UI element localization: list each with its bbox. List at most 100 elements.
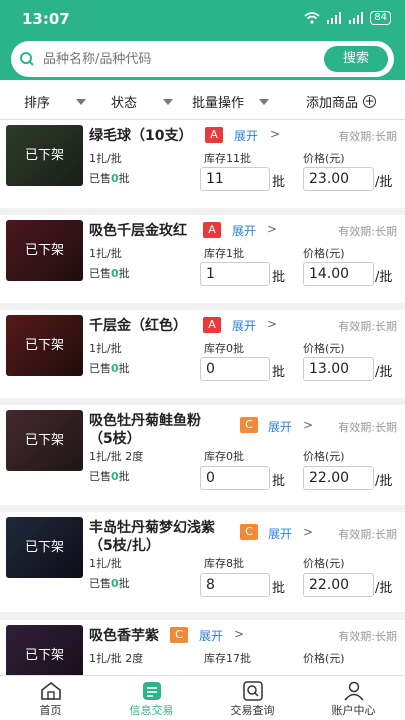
unit-label: 批: [272, 581, 286, 596]
bottom-tab-bar: 首页 信息交易 交易查询 账户中心: [0, 675, 405, 720]
validity-text: 有效期:长期: [338, 630, 397, 643]
sold-count: 0: [111, 267, 119, 280]
chevron-right-icon: >: [234, 627, 245, 641]
price-label: 价格(元): [303, 342, 345, 355]
product-card[interactable]: 已下架 吸色香芋紫 C 展开 > 有效期:长期 1扎/批 2度 库存17批 价格…: [0, 620, 405, 675]
stock-text: 库存0批: [204, 342, 244, 355]
product-image: 已下架: [6, 220, 83, 281]
chevron-right-icon: >: [270, 127, 281, 141]
batch-label: 批量操作: [192, 96, 245, 111]
price-label: 价格(元): [303, 247, 345, 260]
product-name-line2: （5枝/扎）: [89, 538, 160, 554]
sold-count: 0: [111, 470, 119, 483]
unit-label: 批: [272, 365, 286, 380]
sold-count: 0: [111, 577, 119, 590]
chevron-right-icon: >: [267, 317, 278, 331]
price-input[interactable]: 14.00: [303, 262, 374, 286]
signal-icon: [327, 12, 342, 24]
price-input[interactable]: 22.00: [303, 573, 374, 597]
tab-trade-query[interactable]: 交易查询: [202, 676, 303, 720]
document-icon: [143, 682, 161, 700]
product-name: 吸色千层金玫红: [89, 223, 187, 239]
product-spec: 1扎/批 2度: [89, 652, 144, 665]
tab-home[interactable]: 首页: [0, 676, 101, 720]
sort-dropdown[interactable]: 排序: [24, 92, 87, 111]
product-card[interactable]: 已下架 千层金（红色） A 展开 > 有效期:长期 1扎/批 库存0批 价格(元…: [0, 310, 405, 398]
product-name-line1: 丰岛牡丹菊梦幻浅紫: [89, 520, 215, 536]
price-input[interactable]: 13.00: [303, 357, 374, 381]
stock-text: 库存0批: [204, 450, 244, 463]
product-name: 千层金（红色）: [89, 318, 187, 334]
grade-badge: A: [203, 317, 221, 333]
price-input[interactable]: 23.00: [303, 167, 374, 191]
sold-count: 0: [111, 362, 119, 375]
expand-link[interactable]: 展开: [232, 317, 256, 334]
expand-link[interactable]: 展开: [268, 418, 292, 435]
stock-text: 库存8批: [204, 557, 244, 570]
product-card[interactable]: 已下架 吸色千层金玫红 A 展开 > 有效期:长期 1扎/批 库存1批 价格(元…: [0, 215, 405, 303]
quantity-input[interactable]: 8: [200, 573, 270, 597]
search-input[interactable]: [43, 46, 323, 72]
expand-link[interactable]: 展开: [199, 627, 223, 644]
tab-account-label: 账户中心: [331, 704, 376, 717]
price-unit-label: /批: [375, 474, 393, 489]
product-spec: 1扎/批: [89, 152, 122, 165]
validity-text: 有效期:长期: [338, 130, 397, 143]
product-card[interactable]: 已下架 绿毛球（10支） A 展开 > 有效期:长期 1扎/批 库存11批 价格…: [0, 120, 405, 208]
stock-text: 库存1批: [204, 247, 244, 260]
expand-link[interactable]: 展开: [268, 525, 292, 542]
product-image: 已下架: [6, 315, 83, 376]
status-time: 13:07: [22, 10, 70, 28]
price-label: 价格(元): [303, 450, 345, 463]
grade-badge: A: [205, 127, 223, 143]
product-card[interactable]: 已下架 吸色牡丹菊鲑鱼粉 （5枝） C 展开 > 有效期:长期 1扎/批 2度 …: [0, 405, 405, 505]
expand-link[interactable]: 展开: [234, 127, 258, 144]
offline-overlay: 已下架: [6, 125, 83, 186]
product-name: 吸色香芋紫: [89, 628, 159, 644]
tab-account[interactable]: 账户中心: [303, 676, 404, 720]
tab-trade-info[interactable]: 信息交易: [101, 676, 202, 720]
chevron-down-icon: [259, 98, 270, 105]
system-icons: 84: [304, 11, 391, 25]
product-image: 已下架: [6, 125, 83, 186]
batch-dropdown[interactable]: 批量操作: [192, 92, 270, 111]
tab-home-label: 首页: [39, 704, 62, 717]
product-image: 已下架: [6, 625, 83, 675]
search-doc-icon: [243, 681, 263, 701]
filter-bar: 排序 状态 批量操作 添加商品 +: [0, 80, 405, 120]
status-dropdown[interactable]: 状态: [111, 92, 174, 111]
sold-count: 0: [111, 172, 119, 185]
sold-text: 已售0批: [89, 470, 130, 483]
sold-text: 已售0批: [89, 577, 130, 590]
chevron-down-icon: [76, 98, 87, 105]
price-unit-label: /批: [375, 365, 393, 380]
signal-icon-2: [349, 12, 364, 24]
price-input[interactable]: 22.00: [303, 466, 374, 490]
quantity-input[interactable]: 1: [200, 262, 270, 286]
product-name-line2: （5枝）: [89, 431, 141, 447]
user-icon: [344, 681, 364, 701]
chevron-down-icon: [163, 98, 174, 105]
expand-link[interactable]: 展开: [232, 222, 256, 239]
offline-overlay: 已下架: [6, 220, 83, 281]
add-product-button[interactable]: 添加商品 +: [306, 92, 377, 111]
search-button[interactable]: 搜索: [324, 46, 388, 72]
battery-icon: 84: [370, 11, 391, 25]
stock-text: 库存11批: [204, 152, 251, 165]
quantity-input[interactable]: 0: [200, 466, 270, 490]
chevron-right-icon: >: [303, 418, 314, 432]
product-card[interactable]: 已下架 丰岛牡丹菊梦幻浅紫 （5枝/扎） C 展开 > 有效期:长期 1扎/批 …: [0, 512, 405, 612]
tab-trade-info-label: 信息交易: [129, 704, 174, 717]
grade-badge: C: [170, 627, 188, 643]
home-icon: [41, 681, 61, 700]
validity-text: 有效期:长期: [338, 528, 397, 541]
plus-circle-icon: +: [363, 94, 377, 108]
validity-text: 有效期:长期: [338, 421, 397, 434]
quantity-input[interactable]: 0: [200, 357, 270, 381]
offline-overlay: 已下架: [6, 410, 83, 471]
quantity-input[interactable]: 11: [200, 167, 270, 191]
unit-label: 批: [272, 175, 286, 190]
product-spec: 1扎/批: [89, 557, 122, 570]
unit-label: 批: [272, 270, 286, 285]
search-icon: [20, 52, 34, 66]
